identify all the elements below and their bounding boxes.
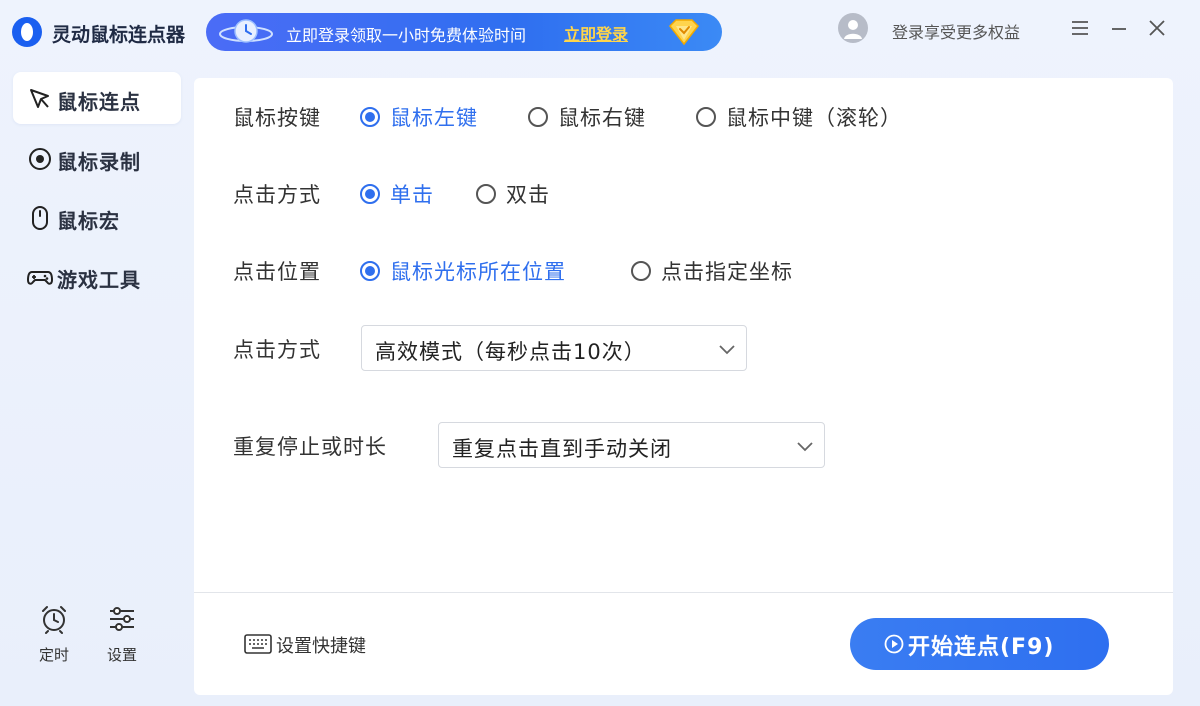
radio-circle <box>360 184 380 204</box>
sidebar-item-label: 鼠标录制 <box>57 150 141 174</box>
gamepad-icon <box>27 271 53 285</box>
keyboard-icon <box>244 634 272 654</box>
mouse-icon <box>32 206 48 230</box>
main-panel: 鼠标按键 鼠标左键 鼠标右键 鼠标中键（滚轮） 点击方式 单击 双击 点击位置 … <box>194 78 1173 695</box>
radio-circle <box>696 107 716 127</box>
repeat-select[interactable]: 重复点击直到手动关闭 <box>438 422 825 468</box>
app-logo-icon <box>12 17 42 47</box>
radio-label: 鼠标左键 <box>390 106 478 130</box>
chevron-down-icon <box>797 442 813 452</box>
sidebar-item-label: 鼠标连点 <box>57 90 141 114</box>
radio-label: 单击 <box>390 183 434 207</box>
radio-left-button[interactable]: 鼠标左键 <box>360 102 500 132</box>
title-bar: 灵动鼠标连点器 立即登录领取一小时免费体验时间 立即登录 登录享受更多权益 <box>0 0 1200 60</box>
play-circle-icon <box>884 634 904 654</box>
login-prompt-link[interactable]: 登录享受更多权益 <box>892 19 1020 43</box>
radio-middle-button[interactable]: 鼠标中键（滚轮） <box>696 102 936 132</box>
radio-circle <box>476 184 496 204</box>
sidebar-item-mouse-macro[interactable]: 鼠标宏 <box>13 191 181 243</box>
radio-label: 鼠标中键（滚轮） <box>726 106 902 130</box>
alarm-clock-icon <box>42 606 66 634</box>
timer-label: 定时 <box>38 646 69 664</box>
radio-label: 双击 <box>506 183 550 207</box>
mouse-button-label: 鼠标按键 <box>233 106 321 130</box>
sidebar-item-label: 鼠标宏 <box>57 209 120 233</box>
settings-label: 设置 <box>106 646 137 664</box>
menu-icon[interactable] <box>1068 16 1092 40</box>
radio-label: 鼠标右键 <box>558 106 646 130</box>
radio-double-click[interactable]: 双击 <box>476 179 566 209</box>
radio-circle <box>360 107 380 127</box>
radio-label: 鼠标光标所在位置 <box>390 260 566 284</box>
radio-circle <box>528 107 548 127</box>
sidebar: 鼠标连点 鼠标录制 鼠标宏 游戏工具 定时 设置 <box>0 60 194 706</box>
sidebar-item-label: 游戏工具 <box>57 268 141 292</box>
minimize-icon[interactable] <box>1107 16 1131 40</box>
sidebar-item-mouse-record[interactable]: 鼠标录制 <box>13 132 181 184</box>
radio-label: 点击指定坐标 <box>661 260 793 284</box>
settings-button[interactable]: 设置 <box>100 604 144 674</box>
repeat-value: 重复点击直到手动关闭 <box>452 437 672 461</box>
radio-cursor-position[interactable]: 鼠标光标所在位置 <box>360 256 610 286</box>
set-shortcut-label: 设置快捷键 <box>276 636 366 657</box>
start-clicking-label: 开始连点(F9) <box>908 635 1055 660</box>
radio-circle <box>631 261 651 281</box>
cursor-click-icon <box>30 89 49 108</box>
click-type-label: 点击方式 <box>233 183 321 207</box>
timer-button[interactable]: 定时 <box>32 604 76 674</box>
start-clicking-button[interactable]: 开始连点(F9) <box>850 618 1109 670</box>
divider <box>194 592 1173 593</box>
click-mode-select[interactable]: 高效模式（每秒点击10次） <box>361 325 747 371</box>
click-mode-value: 高效模式（每秒点击10次） <box>375 340 646 364</box>
promo-banner[interactable]: 立即登录领取一小时免费体验时间 立即登录 <box>206 13 722 51</box>
click-position-label: 点击位置 <box>233 260 321 284</box>
sliders-icon <box>110 607 134 631</box>
radio-specified-coordinate[interactable]: 点击指定坐标 <box>631 256 831 286</box>
clock-planet-icon <box>219 19 273 43</box>
avatar[interactable] <box>838 13 868 43</box>
app-title: 灵动鼠标连点器 <box>52 24 186 46</box>
user-icon <box>844 20 862 39</box>
click-mode-label: 点击方式 <box>233 338 321 362</box>
sidebar-item-mouse-click[interactable]: 鼠标连点 <box>13 72 181 124</box>
radio-circle <box>360 261 380 281</box>
chevron-down-icon <box>719 345 735 355</box>
sidebar-item-game-tools[interactable]: 游戏工具 <box>13 250 181 302</box>
close-icon[interactable] <box>1145 16 1169 40</box>
record-icon <box>29 148 51 170</box>
promo-login-link[interactable]: 立即登录 <box>564 21 628 45</box>
radio-right-button[interactable]: 鼠标右键 <box>528 102 668 132</box>
promo-text: 立即登录领取一小时免费体验时间 <box>286 26 527 45</box>
radio-single-click[interactable]: 单击 <box>360 179 450 209</box>
diamond-icon <box>669 19 699 46</box>
repeat-label: 重复停止或时长 <box>233 435 387 459</box>
